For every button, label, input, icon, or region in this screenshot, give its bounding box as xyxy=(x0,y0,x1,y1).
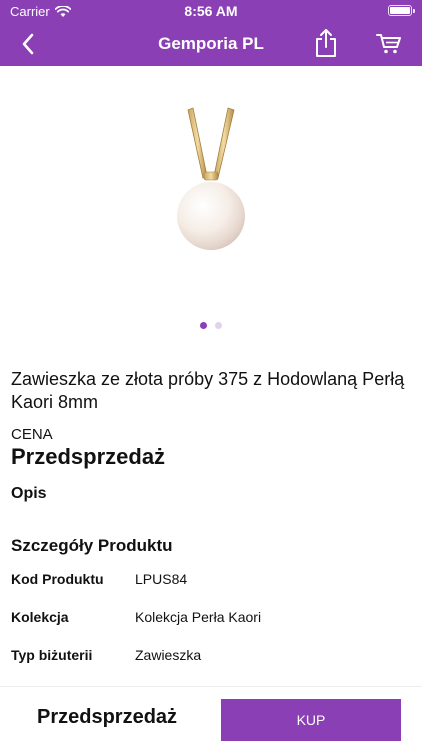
detail-row-collection: Kolekcja Kolekcja Perła Kaori xyxy=(0,609,422,631)
battery-fill xyxy=(390,7,410,14)
cart-icon xyxy=(376,34,401,54)
details-heading: Szczegóły Produktu xyxy=(11,536,173,555)
detail-row-product-code: Kod Produktu LPUS84 xyxy=(0,571,422,593)
status-time: 8:56 AM xyxy=(184,3,238,19)
battery-icon xyxy=(388,5,415,16)
product-title: Zawieszka ze złota próby 375 z Hodowlaną… xyxy=(11,369,405,412)
detail-value: Kolekcja Perła Kaori xyxy=(135,609,262,625)
navigation-bar: Gemporia PL xyxy=(0,22,422,66)
product-image xyxy=(177,107,245,250)
description-heading: Opis xyxy=(11,485,47,502)
detail-value: LPUS84 xyxy=(135,571,188,587)
detail-row-jewelry-type: Typ biżuterii Zawieszka xyxy=(0,647,422,669)
detail-key: Typ biżuterii xyxy=(11,647,93,663)
gallery-pagination[interactable] xyxy=(0,322,422,329)
bottom-price: Przedsprzedaż xyxy=(37,706,178,728)
product-gallery[interactable] xyxy=(0,66,422,336)
share-icon xyxy=(316,29,336,57)
bottom-purchase-bar: Przedsprzedaż KUP xyxy=(0,686,422,750)
price-label: CENA xyxy=(11,426,53,443)
app-header: Carrier 8:56 AM Gemporia PL xyxy=(0,0,422,66)
status-bar: Carrier 8:56 AM xyxy=(0,0,422,22)
detail-key: Kolekcja xyxy=(11,609,69,625)
nav-title: Gemporia PL xyxy=(158,34,264,53)
detail-key: Kod Produktu xyxy=(11,571,104,587)
pagination-dot-active[interactable] xyxy=(200,322,207,329)
buy-button[interactable]: KUP xyxy=(221,699,401,741)
detail-value: Zawieszka xyxy=(135,647,202,663)
cart-button[interactable] xyxy=(374,30,404,58)
price-value: Przedsprzedaż xyxy=(11,444,166,469)
share-button[interactable] xyxy=(312,27,340,59)
pagination-dot[interactable] xyxy=(215,322,222,329)
